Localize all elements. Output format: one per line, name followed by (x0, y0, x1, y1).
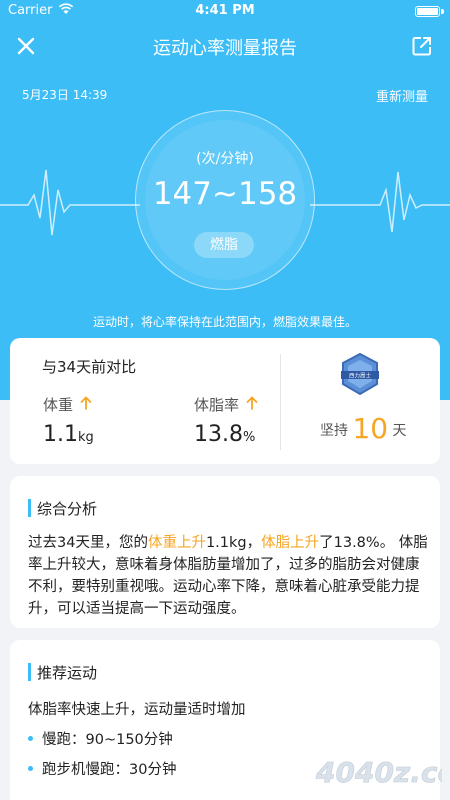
battery-tip-icon (441, 9, 444, 14)
bodyfat-number: 13.8 (194, 422, 243, 447)
list-item: 慢跑：90~150分钟 (28, 728, 173, 749)
recommend-item-text: 跑步机慢跑：30分钟 (42, 762, 177, 778)
persist-suffix: 天 (392, 423, 407, 439)
heart-rate-range: 147~158 (152, 176, 298, 212)
clock: 4:41 PM (195, 3, 255, 18)
watermark-text: 4040z.com (315, 756, 442, 789)
card-divider (280, 354, 281, 450)
comparison-title: 与34天前对比 (42, 358, 137, 376)
section-accent-bar (28, 499, 31, 517)
recommend-intro: 体脂率快速上升，运动量适时增加 (28, 702, 246, 718)
arrow-up-icon (80, 396, 92, 410)
zone-badge: 燃脂 (194, 232, 254, 258)
list-item: 跑步机慢跑：30分钟 (28, 758, 176, 779)
medal-icon: 西力周士 (341, 352, 379, 396)
heart-rate-hint: 运动时，将心率保持在此范围内，燃脂效果最佳。 (92, 315, 357, 329)
recommend-title: 推荐运动 (37, 664, 98, 682)
bodyfat-label: 体脂率 (194, 396, 240, 414)
fat-up-highlight: 体脂上升 (261, 535, 320, 551)
measure-date: 5月23日 14:39 (22, 88, 108, 102)
analysis-text-2: 1.1kg， (205, 535, 262, 551)
analysis-card: 综合分析 过去34天里，您的体重上升1.1kg，体脂上升了13.8%。 体脂率上… (10, 476, 440, 628)
persist-prefix: 坚持 (320, 423, 348, 439)
persist-days: 坚持 10 天 (320, 412, 407, 445)
weight-number: 1.1 (43, 422, 78, 447)
section-accent-bar (28, 663, 31, 681)
weight-value: 1.1kg (43, 422, 94, 447)
weight-up-highlight: 体重上升 (147, 535, 206, 551)
bodyfat-value: 13.8% (194, 422, 255, 447)
bullet-dot (28, 736, 33, 741)
bodyfat-unit: % (242, 430, 256, 445)
status-bar: Carrier 4:41 PM (0, 0, 450, 22)
weight-unit: kg (78, 430, 94, 445)
persist-number: 10 (352, 412, 389, 445)
battery-icon (415, 6, 440, 17)
page-title: 运动心率测量报告 (153, 38, 297, 59)
share-icon[interactable] (410, 34, 434, 58)
arrow-up-icon (246, 396, 258, 410)
heart-rate-unit: (次/分钟) (196, 151, 254, 167)
comparison-card: 与34天前对比 体重 1.1kg 体脂率 13.8% 西力周士 坚持 10 天 (10, 338, 440, 464)
watermark-logo: 4040z.com (315, 756, 442, 790)
medal-text: 西力周士 (349, 372, 372, 380)
recommend-item-text: 慢跑：90~150分钟 (42, 732, 173, 748)
bullet-dot (28, 766, 33, 771)
nav-bar: 运动心率测量报告 (0, 26, 450, 66)
analysis-title: 综合分析 (37, 500, 98, 518)
analysis-text-1: 过去34天里，您的 (28, 535, 148, 551)
weight-label: 体重 (43, 396, 74, 414)
analysis-text: 过去34天里，您的体重上升1.1kg，体脂上升了13.8%。 体脂率上升较大，意… (28, 532, 430, 620)
remeasure-button[interactable]: 重新测量 (376, 86, 428, 105)
